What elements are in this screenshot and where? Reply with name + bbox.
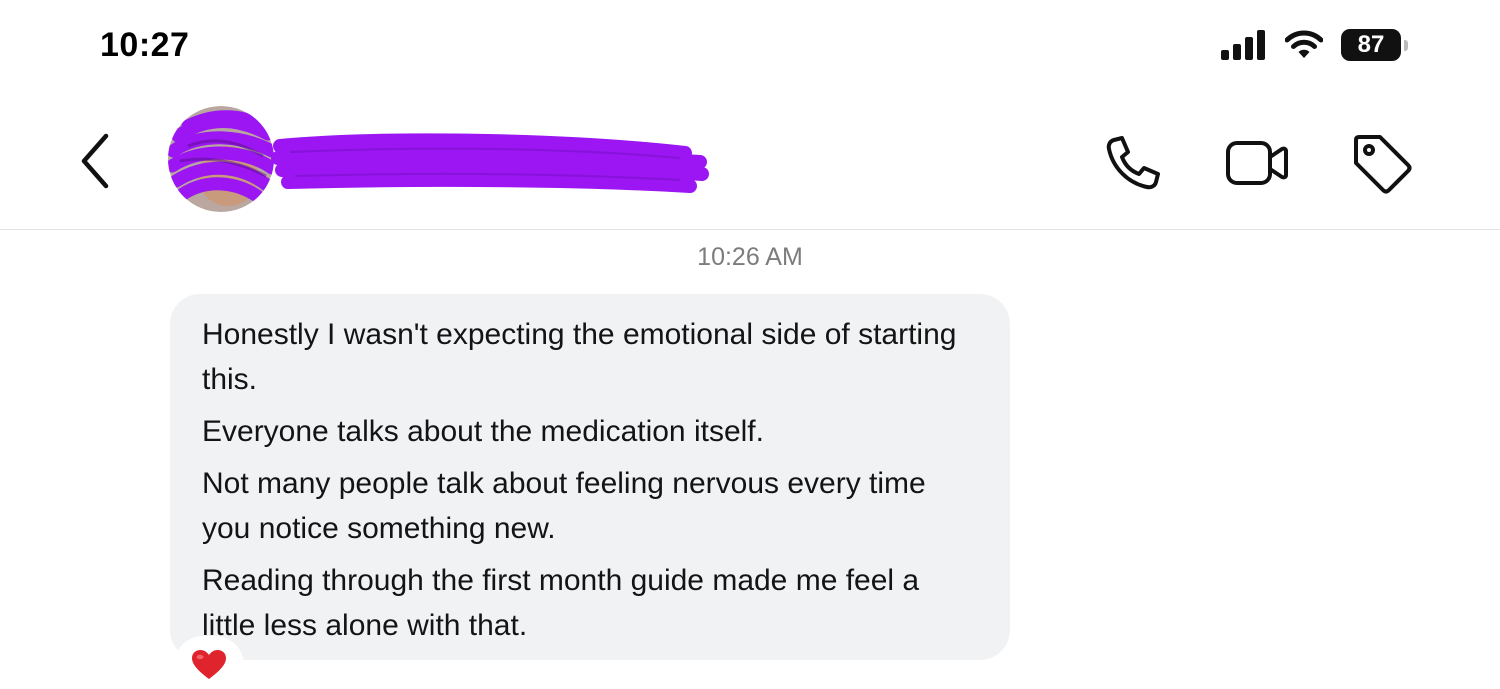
signal-icon [1221, 30, 1265, 60]
status-indicators: 87 [1221, 28, 1408, 62]
heart-icon [192, 650, 226, 679]
chat-screen: 10:27 87 10:26 AM Honestly I wasn't expe… [0, 0, 1500, 689]
battery-icon: 87 [1341, 29, 1408, 61]
status-time: 10:27 [100, 26, 190, 64]
contact-name-redaction [271, 133, 709, 193]
message-reaction[interactable] [174, 636, 244, 689]
message-paragraph: Everyone talks about the medication itse… [202, 415, 764, 448]
message-paragraph: Reading through the first month guide ma… [202, 564, 920, 642]
phone-icon[interactable] [1100, 130, 1166, 196]
tag-icon[interactable] [1348, 130, 1414, 196]
status-bar: 10:27 87 [0, 0, 1500, 90]
chat-header [0, 90, 1500, 230]
message-bubble[interactable]: Honestly I wasn't expecting the emotiona… [170, 294, 1010, 660]
wifi-icon [1285, 30, 1323, 58]
message-timestamp: 10:26 AM [697, 243, 803, 271]
avatar[interactable] [168, 106, 274, 212]
battery-tip [1404, 39, 1408, 51]
battery-level: 87 [1341, 29, 1401, 61]
message-paragraph: Honestly I wasn't expecting the emotiona… [202, 318, 957, 396]
video-camera-icon[interactable] [1224, 130, 1290, 196]
message-paragraph: Not many people talk about feeling nervo… [202, 467, 926, 545]
back-chevron-icon[interactable] [70, 130, 120, 190]
